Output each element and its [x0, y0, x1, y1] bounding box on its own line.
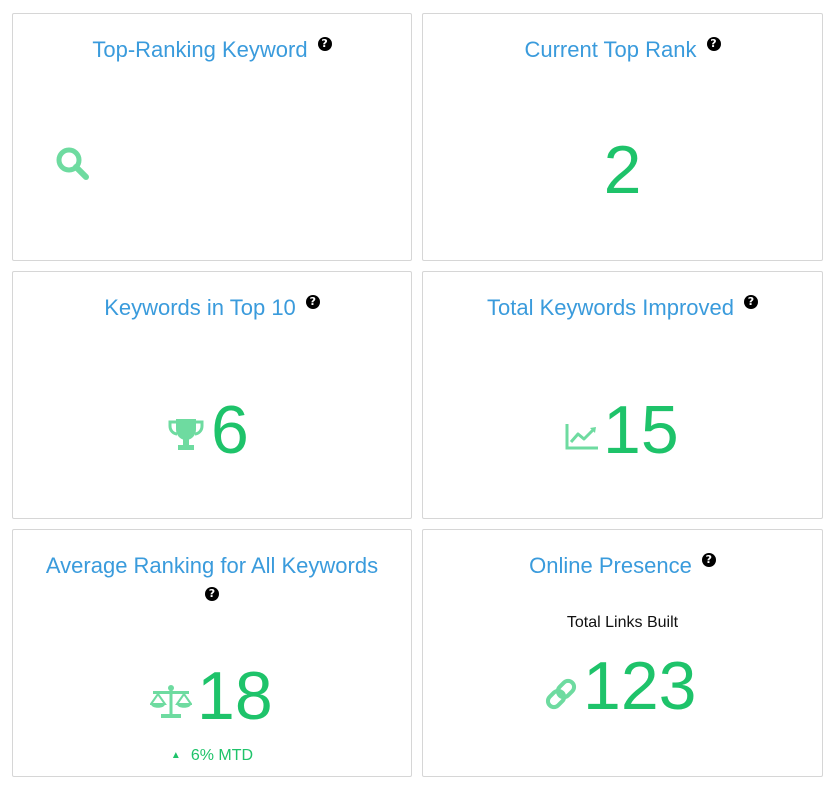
links-built-value: 123	[583, 648, 697, 724]
balance-scale-icon	[149, 684, 193, 725]
card-title: Online Presence?	[423, 552, 822, 580]
help-icon[interactable]: ?	[305, 295, 320, 309]
card-title: Keywords in Top 10?	[13, 294, 411, 322]
total-links-label: Total Links Built	[566, 614, 679, 631]
trophy-icon	[167, 416, 205, 457]
avg-rank-value: 18	[197, 658, 273, 734]
average-ranking-card: Average Ranking for All Keywords ? 18 ▲ 6…	[12, 529, 412, 777]
card-title: Total Keywords Improved?	[423, 294, 822, 322]
help-icon[interactable]: ?	[706, 37, 721, 51]
area-chart-icon	[565, 422, 599, 455]
card-title: Current Top Rank?	[423, 36, 822, 64]
keywords-improved-card: Total Keywords Improved? 15	[422, 271, 823, 519]
link-icon	[543, 676, 579, 717]
current-top-rank-card: Current Top Rank? 2	[422, 13, 823, 261]
help-icon[interactable]: ?	[205, 587, 219, 601]
improved-value: 15	[603, 392, 679, 468]
search-icon	[55, 146, 91, 187]
help-icon[interactable]: ?	[317, 37, 332, 51]
trend-indicator: ▲ 6% MTD	[170, 747, 254, 764]
top-rank-value: 2	[603, 132, 642, 208]
help-icon[interactable]: ?	[744, 295, 758, 309]
card-title: Top-Ranking Keyword?	[13, 36, 411, 64]
online-presence-card: Online Presence? Total Links Built 123	[422, 529, 823, 777]
card-title: Average Ranking for All Keywords	[45, 553, 379, 578]
keywords-top10-card: Keywords in Top 10? 6	[12, 271, 412, 519]
top-ranking-keyword-card: Top-Ranking Keyword?	[12, 13, 412, 261]
caret-up-icon: ▲	[170, 750, 181, 761]
top10-value: 6	[211, 392, 249, 468]
help-icon[interactable]: ?	[701, 553, 716, 567]
